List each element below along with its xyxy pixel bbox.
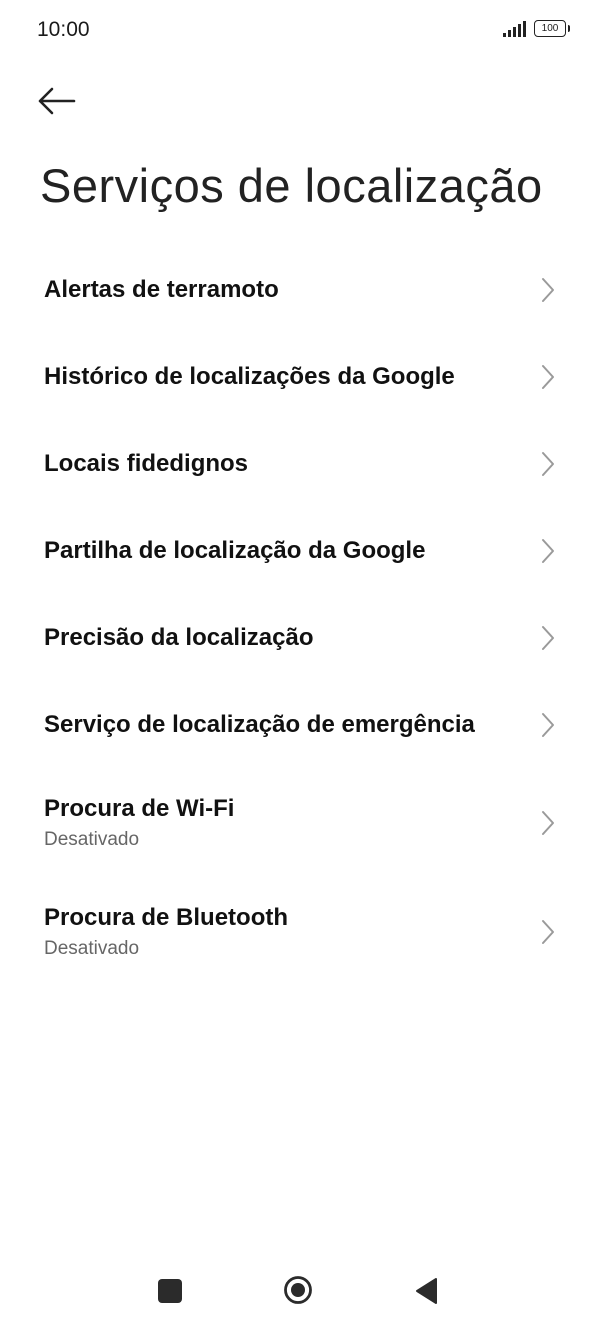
navigation-bar — [0, 1262, 602, 1332]
chevron-right-icon — [542, 277, 554, 302]
chevron-right-icon — [542, 919, 554, 944]
settings-list: Alertas de terramoto Histórico de locali… — [0, 246, 602, 986]
settings-item-bluetooth-scanning[interactable]: Procura de Bluetooth Desativado — [0, 877, 602, 986]
settings-item-wifi-scanning[interactable]: Procura de Wi-Fi Desativado — [0, 768, 602, 877]
settings-item-google-location-history[interactable]: Histórico de localizações da Google — [0, 333, 602, 420]
item-subtitle: Desativado — [44, 937, 140, 959]
arrow-left-icon — [38, 87, 76, 115]
back-button[interactable] — [36, 78, 86, 124]
triangle-back-icon[interactable] — [414, 1277, 440, 1305]
item-label: Histórico de localizações da Google — [44, 362, 455, 390]
settings-item-earthquake-alerts[interactable]: Alertas de terramoto — [0, 246, 602, 333]
chevron-right-icon — [542, 712, 554, 737]
item-label: Precisão da localização — [44, 623, 314, 651]
status-bar: 10:00 100 — [0, 0, 602, 60]
settings-item-google-location-sharing[interactable]: Partilha de localização da Google — [0, 507, 602, 594]
circle-icon[interactable] — [283, 1275, 313, 1305]
square-icon[interactable] — [158, 1279, 182, 1303]
status-indicators: 100 — [503, 20, 570, 37]
settings-item-trusted-places[interactable]: Locais fidedignos — [0, 420, 602, 507]
chevron-right-icon — [542, 364, 554, 389]
item-label: Serviço de localização de emergência — [44, 710, 475, 738]
chevron-right-icon — [542, 625, 554, 650]
item-label: Procura de Bluetooth — [44, 903, 289, 931]
item-label: Procura de Wi-Fi — [44, 794, 235, 822]
item-label: Partilha de localização da Google — [44, 536, 426, 564]
status-time: 10:00 — [37, 18, 90, 41]
chevron-right-icon — [542, 538, 554, 563]
item-label: Alertas de terramoto — [44, 275, 279, 303]
item-label: Locais fidedignos — [44, 449, 249, 477]
signal-icon — [503, 20, 526, 37]
settings-item-emergency-location-service[interactable]: Serviço de localização de emergência — [0, 681, 602, 768]
battery-level: 100 — [541, 23, 559, 34]
item-subtitle: Desativado — [44, 828, 140, 850]
settings-item-location-accuracy[interactable]: Precisão da localização — [0, 594, 602, 681]
chevron-right-icon — [542, 810, 554, 835]
chevron-right-icon — [542, 451, 554, 476]
page-title: Serviços de localização — [40, 159, 543, 212]
battery-icon: 100 — [534, 20, 570, 37]
